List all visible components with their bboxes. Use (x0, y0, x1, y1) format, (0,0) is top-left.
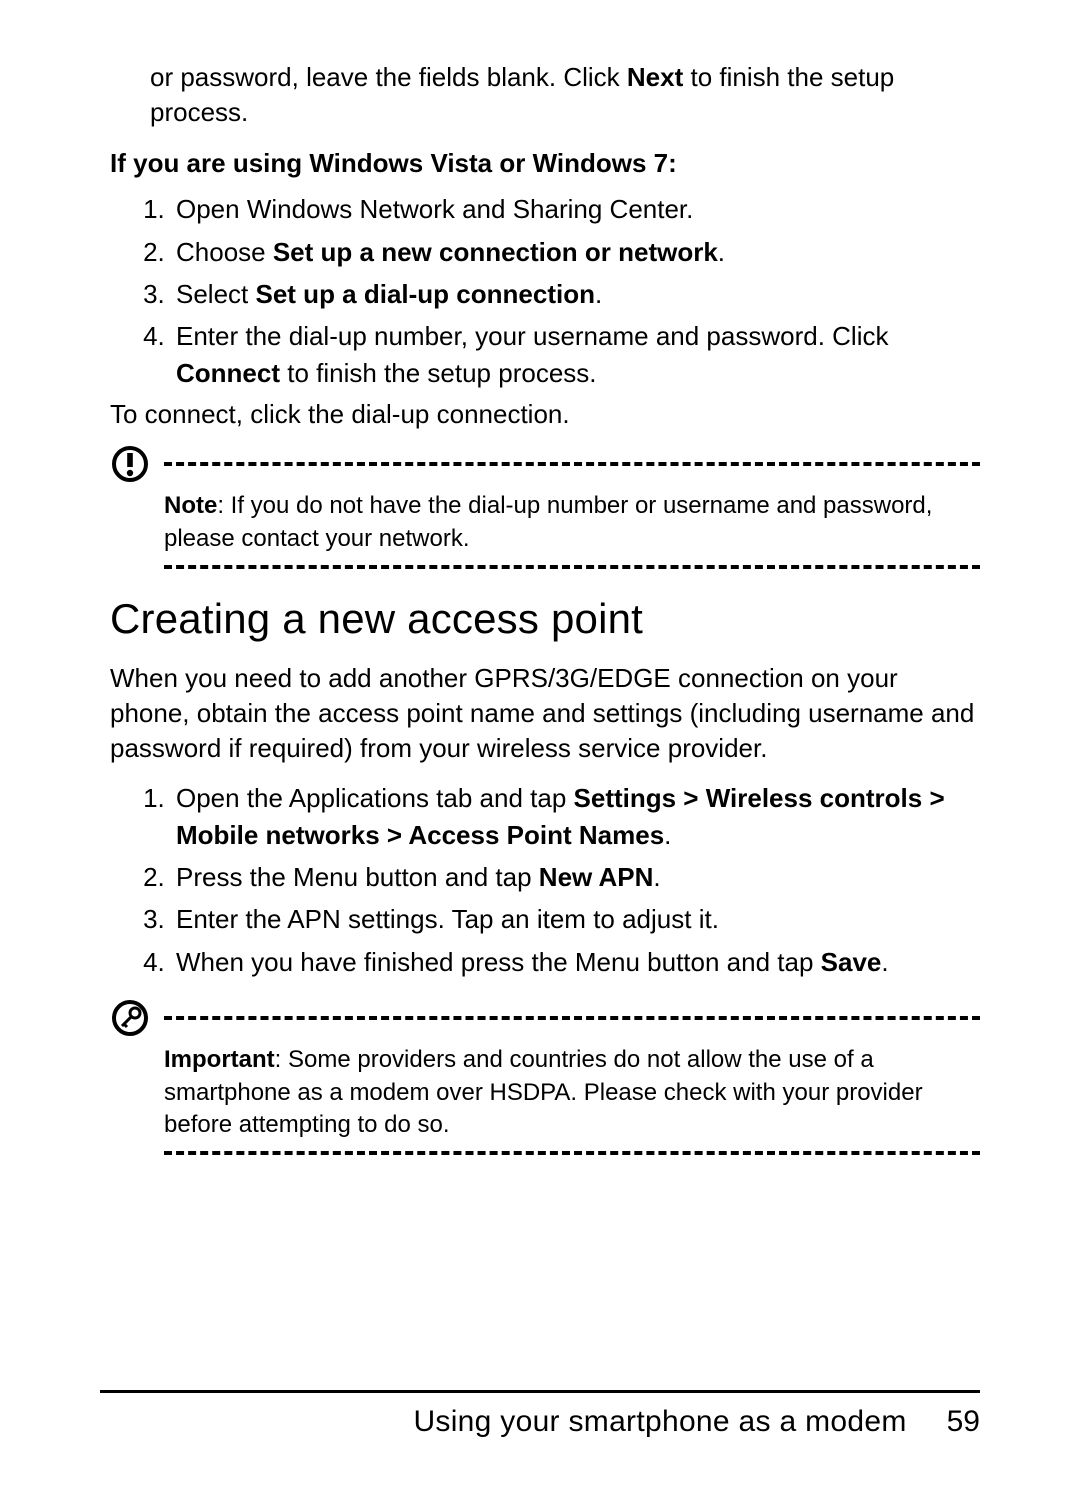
list-item: Enter the dial-up number, your username … (172, 318, 980, 391)
page: or password, leave the fields blank. Cli… (0, 0, 1080, 1489)
text: to finish the setup process. (280, 358, 597, 388)
intro-paragraph: or password, leave the fields blank. Cli… (150, 60, 980, 130)
list-item: Choose Set up a new connection or networ… (172, 234, 980, 270)
warning-icon (110, 444, 150, 484)
text: Open the Applications tab and tap (176, 783, 574, 813)
text: or password, leave the fields blank. Cli… (150, 62, 627, 92)
note-callout: Note: If you do not have the dial-up num… (110, 444, 980, 569)
dashed-rule (164, 462, 980, 466)
vista-steps-list: Open Windows Network and Sharing Center.… (110, 191, 980, 391)
intro-block: or password, leave the fields blank. Cli… (110, 60, 980, 130)
text-bold: Connect (176, 358, 280, 388)
text: Enter the dial-up number, your username … (176, 321, 888, 351)
section-heading: Creating a new access point (110, 595, 980, 643)
important-body: Important: Some providers and countries … (110, 1044, 980, 1141)
content-area: or password, leave the fields blank. Cli… (100, 60, 980, 1155)
list-item: Press the Menu button and tap New APN. (172, 859, 980, 895)
text: Enter the APN settings. Tap an item to a… (176, 904, 719, 934)
text: . (664, 820, 671, 850)
footer-rule (100, 1390, 980, 1393)
text-bold: New APN (539, 862, 654, 892)
footer-title: Using your smartphone as a modem (413, 1405, 906, 1439)
text: Choose (176, 237, 273, 267)
text: Select (176, 279, 256, 309)
list-item: Open Windows Network and Sharing Center. (172, 191, 980, 227)
text: Press the Menu button and tap (176, 862, 539, 892)
dashed-rule (164, 565, 980, 569)
callout-header (110, 998, 980, 1038)
important-label: Important (164, 1046, 275, 1073)
text: : Some providers and countries do not al… (164, 1046, 923, 1138)
text: . (881, 947, 888, 977)
text: . (653, 862, 660, 892)
list-item: When you have finished press the Menu bu… (172, 944, 980, 980)
callout-header (110, 444, 980, 484)
dashed-rule (164, 1016, 980, 1020)
page-footer: Using your smartphone as a modem 59 (100, 1390, 980, 1439)
key-icon (110, 998, 150, 1038)
text: . (595, 279, 602, 309)
note-body: Note: If you do not have the dial-up num… (110, 490, 980, 555)
important-callout: Important: Some providers and countries … (110, 998, 980, 1155)
footer-line: Using your smartphone as a modem 59 (100, 1405, 980, 1439)
section-intro: When you need to add another GPRS/3G/EDG… (110, 661, 980, 766)
text-bold: Set up a dial-up connection (256, 279, 595, 309)
text: . (718, 237, 725, 267)
connect-line: To connect, click the dial-up connection… (110, 399, 980, 430)
dashed-rule (164, 1151, 980, 1155)
text-bold: Next (627, 62, 683, 92)
list-item: Open the Applications tab and tap Settin… (172, 780, 980, 853)
text: Open Windows Network and Sharing Center. (176, 194, 693, 224)
text: : If you do not have the dial-up number … (164, 492, 932, 551)
page-number: 59 (947, 1405, 980, 1439)
text-bold: Set up a new connection or network (273, 237, 718, 267)
list-item: Select Set up a dial-up connection. (172, 276, 980, 312)
vista-heading: If you are using Windows Vista or Window… (110, 148, 980, 179)
text: When you have finished press the Menu bu… (176, 947, 821, 977)
text-bold: Save (821, 947, 882, 977)
apn-steps-list: Open the Applications tab and tap Settin… (110, 780, 980, 980)
note-label: Note (164, 492, 217, 519)
list-item: Enter the APN settings. Tap an item to a… (172, 901, 980, 937)
